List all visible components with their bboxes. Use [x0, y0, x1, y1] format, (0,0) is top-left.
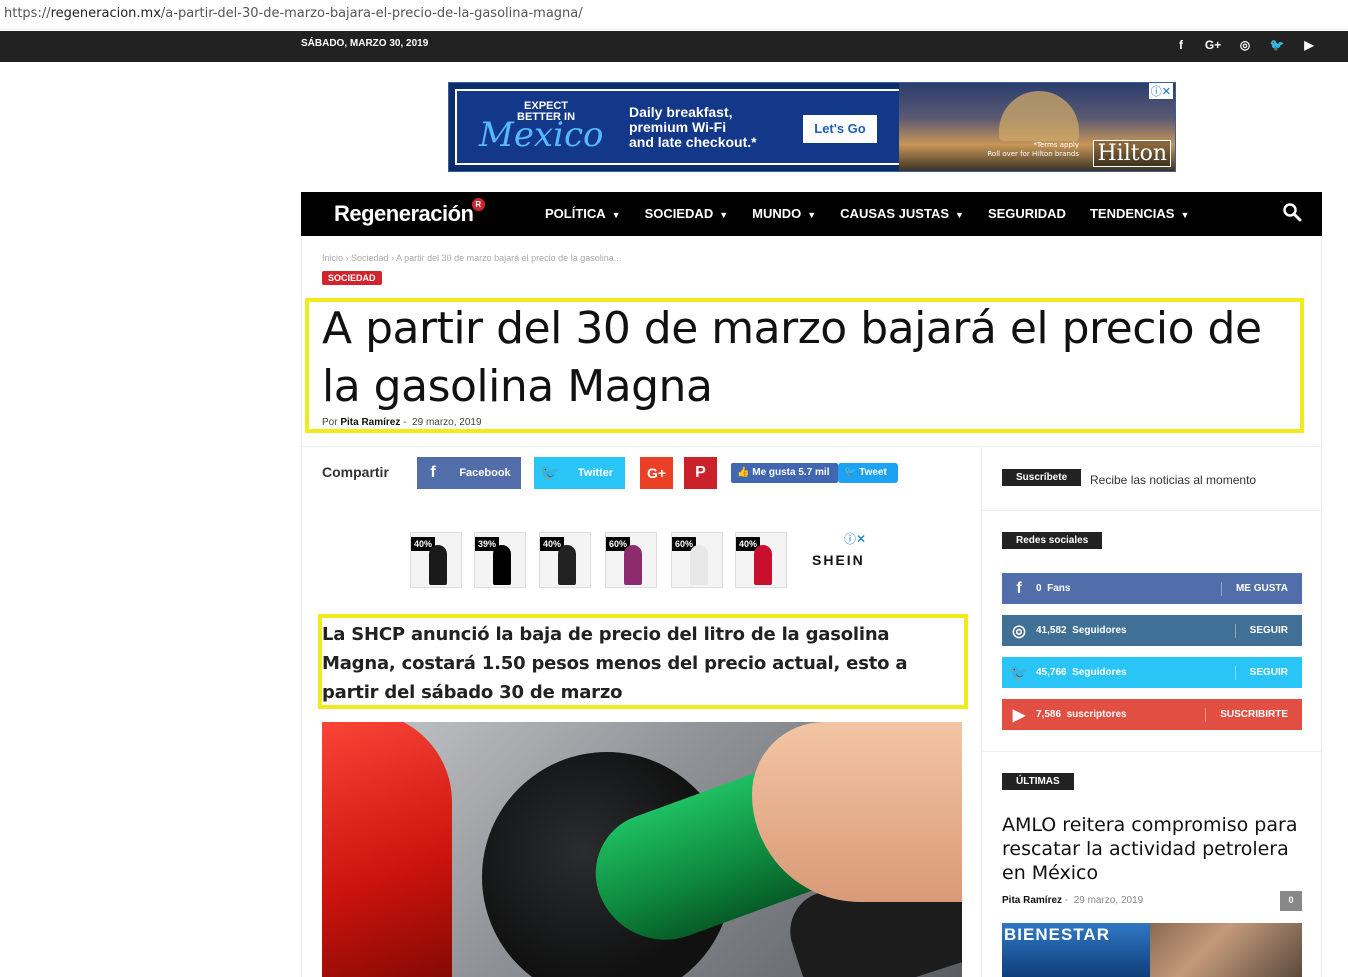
- top-bar: SÁBADO, MARZO 30, 2019 f G+ ◎ 🐦 ▶: [0, 31, 1348, 62]
- latest-article-link[interactable]: AMLO reitera compromiso para rescatar la…: [1002, 813, 1302, 885]
- author-link[interactable]: Pita Ramírez: [340, 417, 400, 428]
- divider: [302, 446, 1321, 447]
- facebook-fans-row[interactable]: f0 Fans ME GUSTA: [1002, 573, 1302, 604]
- ad-close-icon[interactable]: ⓘ✕: [844, 530, 866, 547]
- current-date: SÁBADO, MARZO 30, 2019: [301, 38, 429, 49]
- main-nav: Regeneración R POLÍTICA ▼ SOCIEDAD ▼ MUNDO ▼…: [301, 192, 1322, 236]
- comment-count-badge[interactable]: 0: [1280, 891, 1302, 911]
- ad-product[interactable]: 40%: [410, 532, 462, 588]
- google-plus-icon[interactable]: G+: [1204, 38, 1222, 52]
- thumbs-up-icon: 👍: [737, 467, 750, 478]
- hilton-ad-banner[interactable]: EXPECT BETTER IN Mexico Daily breakfast, p…: [448, 82, 1176, 172]
- breadcrumb-category[interactable]: Sociedad: [351, 253, 389, 263]
- nav-item-causas-justas[interactable]: CAUSAS JUSTAS ▼: [840, 206, 964, 221]
- ad-offer-text: Daily breakfast, premium Wi-Fi and late ch…: [629, 104, 757, 150]
- social-networks-label: Redes sociales: [1002, 532, 1103, 549]
- article-title: A partir del 30 de marzo bajará el preci…: [322, 303, 1262, 412]
- ad-close-icon[interactable]: ⓘ✕: [1148, 83, 1173, 99]
- facebook-icon: f: [1016, 579, 1022, 597]
- sidebar-divider: [981, 447, 982, 977]
- share-label: Compartir: [322, 464, 389, 480]
- ad-terms: *Terms apply Roll over for Hilton brands: [987, 141, 1079, 158]
- ad-product[interactable]: 39%: [474, 532, 526, 588]
- top-social-links: f G+ ◎ 🐦 ▶: [1172, 38, 1318, 52]
- facebook-share-button[interactable]: f Facebook: [417, 457, 521, 489]
- ad-mexico-text: Mexico: [479, 115, 604, 155]
- latest-author-link[interactable]: Pita Ramírez: [1002, 895, 1062, 906]
- subscribe-text: Recibe las noticias al momento: [1090, 473, 1257, 487]
- site-logo[interactable]: Regeneración R: [334, 198, 485, 227]
- breadcrumb-home[interactable]: Inicio: [322, 253, 343, 263]
- ad-product[interactable]: 60%: [671, 532, 723, 588]
- divider: [982, 510, 1321, 511]
- instagram-followers-row[interactable]: ◎ 41,582 Seguidores SEGUIR: [1002, 615, 1302, 646]
- latest-label: ÚLTIMAS: [1002, 773, 1074, 790]
- twitter-icon: 🐦: [1009, 664, 1029, 682]
- twitter-icon: 🐦: [844, 467, 857, 478]
- youtube-icon[interactable]: ▶: [1300, 38, 1318, 52]
- chevron-down-icon: ▼: [611, 210, 621, 220]
- ad-product[interactable]: 60%: [605, 532, 657, 588]
- chevron-down-icon: ▼: [955, 210, 964, 220]
- nav-items: POLÍTICA ▼ SOCIEDAD ▼ MUNDO ▼ CAUSAS JUSTAS…: [545, 206, 1189, 221]
- latest-article-image[interactable]: BIENESTAR: [1002, 923, 1302, 977]
- breadcrumb-current: A partir del 30 de marzo bajará el preci…: [396, 253, 622, 263]
- url-host: regeneracion.mx: [50, 6, 161, 21]
- hilton-logo: Hilton: [1093, 140, 1171, 167]
- ad-product[interactable]: 40%: [735, 532, 787, 588]
- address-bar[interactable]: https://regeneracion.mx/a-partir-del-30-…: [0, 0, 1348, 30]
- youtube-subscribers-row[interactable]: ▶ 7,586 suscriptores SUSCRIBIRTE: [1002, 699, 1302, 730]
- chevron-down-icon: ▼: [1180, 210, 1190, 220]
- subscribe-label: Suscríbete: [1002, 469, 1082, 486]
- google-plus-share-button[interactable]: G+: [640, 457, 673, 489]
- twitter-followers-row[interactable]: 🐦 45,766 Seguidores SEGUIR: [1002, 657, 1302, 688]
- ad-cta-button[interactable]: Let's Go: [803, 115, 877, 143]
- facebook-like-button[interactable]: 👍 Me gusta 5.7 mil: [731, 463, 838, 483]
- instagram-icon: ◎: [1012, 622, 1026, 640]
- facebook-icon[interactable]: f: [1172, 38, 1190, 52]
- category-tag[interactable]: SOCIEDAD: [322, 271, 382, 285]
- ad-left-panel: EXPECT BETTER IN Mexico Daily breakfast, p…: [455, 89, 907, 165]
- search-icon[interactable]: [1282, 202, 1302, 222]
- shein-ad[interactable]: 40% 39% 40% 60% 60% 40% SHEIN ⓘ✕: [410, 530, 880, 592]
- article-image-gas-pump: [322, 722, 962, 977]
- ad-product[interactable]: 40%: [539, 532, 591, 588]
- tweet-button[interactable]: 🐦 Tweet: [838, 463, 898, 483]
- nav-item-mundo[interactable]: MUNDO ▼: [752, 206, 816, 221]
- shein-logo: SHEIN: [812, 552, 865, 568]
- divider: [982, 751, 1321, 752]
- instagram-icon[interactable]: ◎: [1236, 38, 1254, 52]
- latest-article-meta: Pita Ramírez - 29 marzo, 2019: [1002, 895, 1144, 906]
- twitter-share-button[interactable]: 🐦 Twitter: [534, 457, 625, 489]
- article-lead: La SHCP anunció la baja de precio del li…: [322, 624, 908, 703]
- nav-item-sociedad[interactable]: SOCIEDAD ▼: [645, 206, 729, 221]
- article-date: 29 marzo, 2019: [412, 417, 482, 428]
- breadcrumb: Inicio › Sociedad › A partir del 30 de m…: [322, 253, 621, 263]
- youtube-icon: ▶: [1012, 706, 1026, 724]
- ad-photo: *Terms apply Roll over for Hilton brands …: [899, 83, 1175, 171]
- pinterest-share-button[interactable]: P: [684, 457, 717, 489]
- url-scheme: https://: [4, 6, 51, 21]
- nav-item-tendencias[interactable]: TENDENCIAS ▼: [1090, 206, 1189, 221]
- nav-item-seguridad[interactable]: SEGURIDAD: [988, 206, 1066, 221]
- facebook-icon: f: [430, 464, 436, 481]
- twitter-icon: 🐦: [540, 465, 560, 482]
- url-path: /a-partir-del-30-de-marzo-bajara-el-prec…: [160, 6, 583, 21]
- logo-badge: R: [471, 198, 485, 211]
- palace-dome: [999, 91, 1079, 141]
- nav-item-politica[interactable]: POLÍTICA ▼: [545, 206, 621, 221]
- chevron-down-icon: ▼: [807, 210, 817, 220]
- twitter-icon[interactable]: 🐦: [1268, 38, 1286, 52]
- byline: Por Pita Ramírez - 29 marzo, 2019: [322, 417, 482, 428]
- chevron-down-icon: ▼: [719, 210, 729, 220]
